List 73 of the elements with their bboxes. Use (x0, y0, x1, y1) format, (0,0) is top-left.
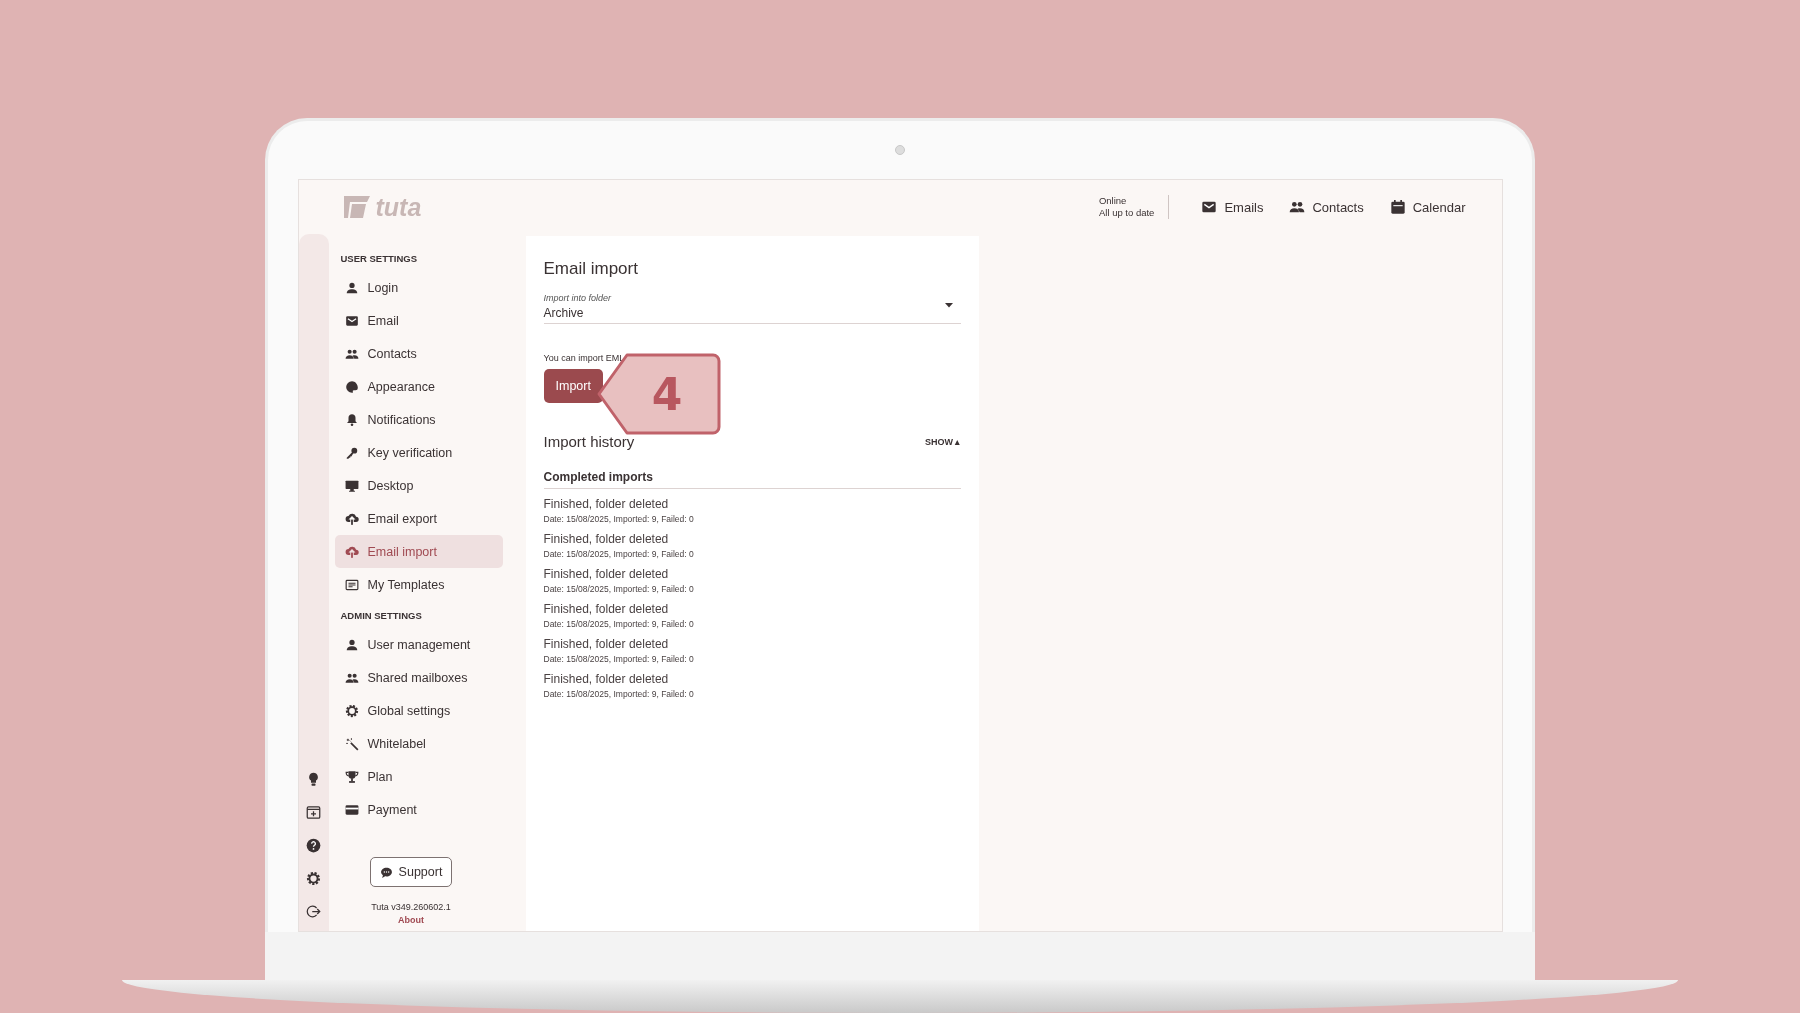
sidebar-item[interactable]: Desktop (334, 469, 503, 502)
sidebar-item[interactable]: Login (334, 271, 503, 304)
sync-text: All up to date (1098, 207, 1155, 219)
field-label: Import into folder (543, 293, 613, 303)
import-status: Finished, folder deleted (543, 532, 670, 546)
import-status: Finished, folder deleted (543, 637, 670, 651)
status-text: Online (1098, 195, 1128, 207)
credit-card-icon (344, 802, 359, 817)
sidebar-item[interactable]: Email (334, 304, 503, 337)
lightbulb-icon[interactable] (306, 772, 321, 787)
about-link[interactable]: About (398, 915, 424, 925)
envelope-icon (1201, 199, 1218, 215)
template-icon (344, 577, 359, 592)
nav-button[interactable]: Calendar (1381, 195, 1474, 219)
support-button[interactable]: Support (369, 857, 453, 887)
logout-icon[interactable] (306, 904, 321, 919)
trophy-icon (344, 769, 359, 784)
person-icon (344, 280, 359, 295)
sidebar-item[interactable]: Global settings (334, 694, 503, 727)
calendar-icon (1389, 199, 1406, 215)
import-button[interactable]: Import (543, 369, 603, 403)
webcam (895, 145, 905, 155)
people-icon (1289, 199, 1306, 215)
section-heading: USER SETTINGS (339, 252, 419, 266)
settings-icon[interactable] (306, 871, 321, 886)
hint-text: You can import EML (543, 353, 626, 363)
import-status: Finished, folder deleted (543, 672, 670, 686)
import-status: Finished, folder deleted (543, 497, 670, 511)
import-details: Date: 15/08/2025, Imported: 9, Failed: 0 (543, 549, 695, 559)
cloud-icon (344, 511, 359, 526)
section-heading: ADMIN SETTINGS (339, 609, 423, 623)
cloud-icon (344, 544, 359, 559)
logo-icon (341, 194, 372, 220)
logo-text: tuta (375, 192, 422, 222)
sidebar-item[interactable]: Key verification (334, 436, 503, 469)
page-title: Email import (543, 259, 639, 279)
key-icon (344, 445, 359, 460)
magic-wand-icon (344, 736, 359, 751)
palette-icon (344, 379, 359, 394)
add-window-icon[interactable] (306, 805, 321, 820)
sidebar-item[interactable]: Notifications (334, 403, 503, 436)
sidebar-item[interactable]: Email import (334, 535, 503, 568)
import-details: Date: 15/08/2025, Imported: 9, Failed: 0 (543, 619, 695, 629)
person-icon (344, 637, 359, 652)
import-details: Date: 15/08/2025, Imported: 9, Failed: 0 (543, 514, 695, 524)
sidebar-item[interactable]: User management (334, 628, 503, 661)
version-text: Tuta v349.260602.1 (371, 902, 451, 912)
nav-button[interactable]: Contacts (1281, 195, 1372, 219)
settings-icon (344, 703, 359, 718)
show-toggle[interactable]: SHOW ▴ (925, 436, 961, 447)
monitor-icon (344, 478, 359, 493)
import-details: Date: 15/08/2025, Imported: 9, Failed: 0 (543, 584, 695, 594)
sidebar-item[interactable]: My Templates (334, 568, 503, 601)
sidebar-item[interactable]: Email export (334, 502, 503, 535)
subsection-title: Completed imports (543, 470, 961, 489)
sidebar-item[interactable]: Contacts (334, 337, 503, 370)
chat-bubble-icon (379, 865, 393, 879)
import-status: Finished, folder deleted (543, 602, 670, 616)
folder-dropdown[interactable]: Import into folder Archive (543, 293, 961, 324)
help-icon[interactable] (306, 838, 321, 853)
sidebar-item[interactable]: Payment (334, 793, 503, 826)
sidebar-item[interactable]: Whitelabel (334, 727, 503, 760)
import-details: Date: 15/08/2025, Imported: 9, Failed: 0 (543, 654, 695, 664)
import-status: Finished, folder deleted (543, 567, 670, 581)
section-title: Import history (543, 433, 636, 450)
field-value: Archive (543, 306, 585, 320)
nav-button[interactable]: Emails (1193, 195, 1272, 219)
envelope-icon (344, 313, 359, 328)
sidebar-item[interactable]: Appearance (334, 370, 503, 403)
import-details: Date: 15/08/2025, Imported: 9, Failed: 0 (543, 689, 695, 699)
sidebar-item[interactable]: Plan (334, 760, 503, 793)
sidebar-item[interactable]: Shared mailboxes (334, 661, 503, 694)
bell-icon (344, 412, 359, 427)
